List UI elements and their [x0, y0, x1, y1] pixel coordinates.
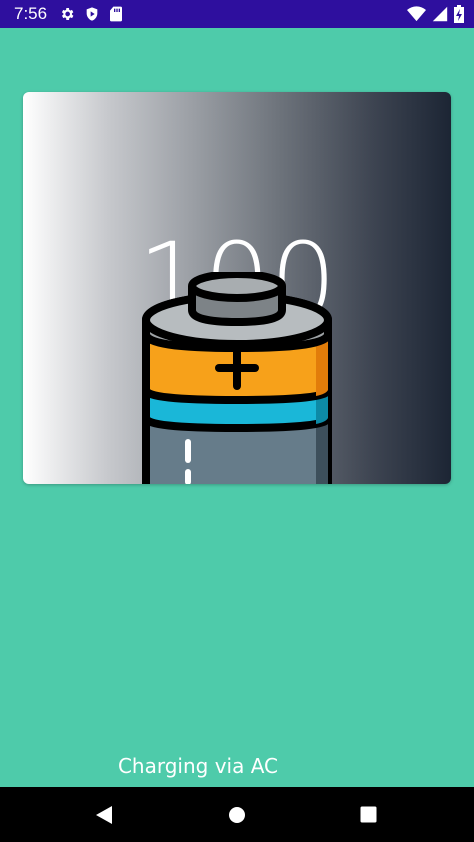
settings-icon	[59, 6, 75, 22]
navigation-bar	[0, 787, 474, 842]
status-icons-left	[59, 6, 123, 22]
status-time: 7:56	[14, 4, 48, 23]
play-protect-icon	[84, 6, 100, 22]
home-icon	[229, 806, 245, 823]
battery-icon	[142, 272, 332, 484]
charging-status-text: Charging via AC	[117, 754, 279, 778]
status-bar: 7:56	[0, 0, 474, 28]
recents-button[interactable]	[338, 787, 398, 842]
back-button[interactable]	[74, 787, 134, 842]
wifi-icon	[407, 6, 426, 22]
recents-icon	[360, 806, 376, 823]
battery-card: 100	[23, 92, 451, 484]
status-icons-right	[407, 0, 464, 28]
signal-icon	[432, 6, 448, 22]
battery-charging-icon	[454, 5, 464, 23]
sd-card-icon	[109, 6, 123, 22]
back-icon	[96, 805, 112, 824]
home-button[interactable]	[207, 787, 267, 842]
